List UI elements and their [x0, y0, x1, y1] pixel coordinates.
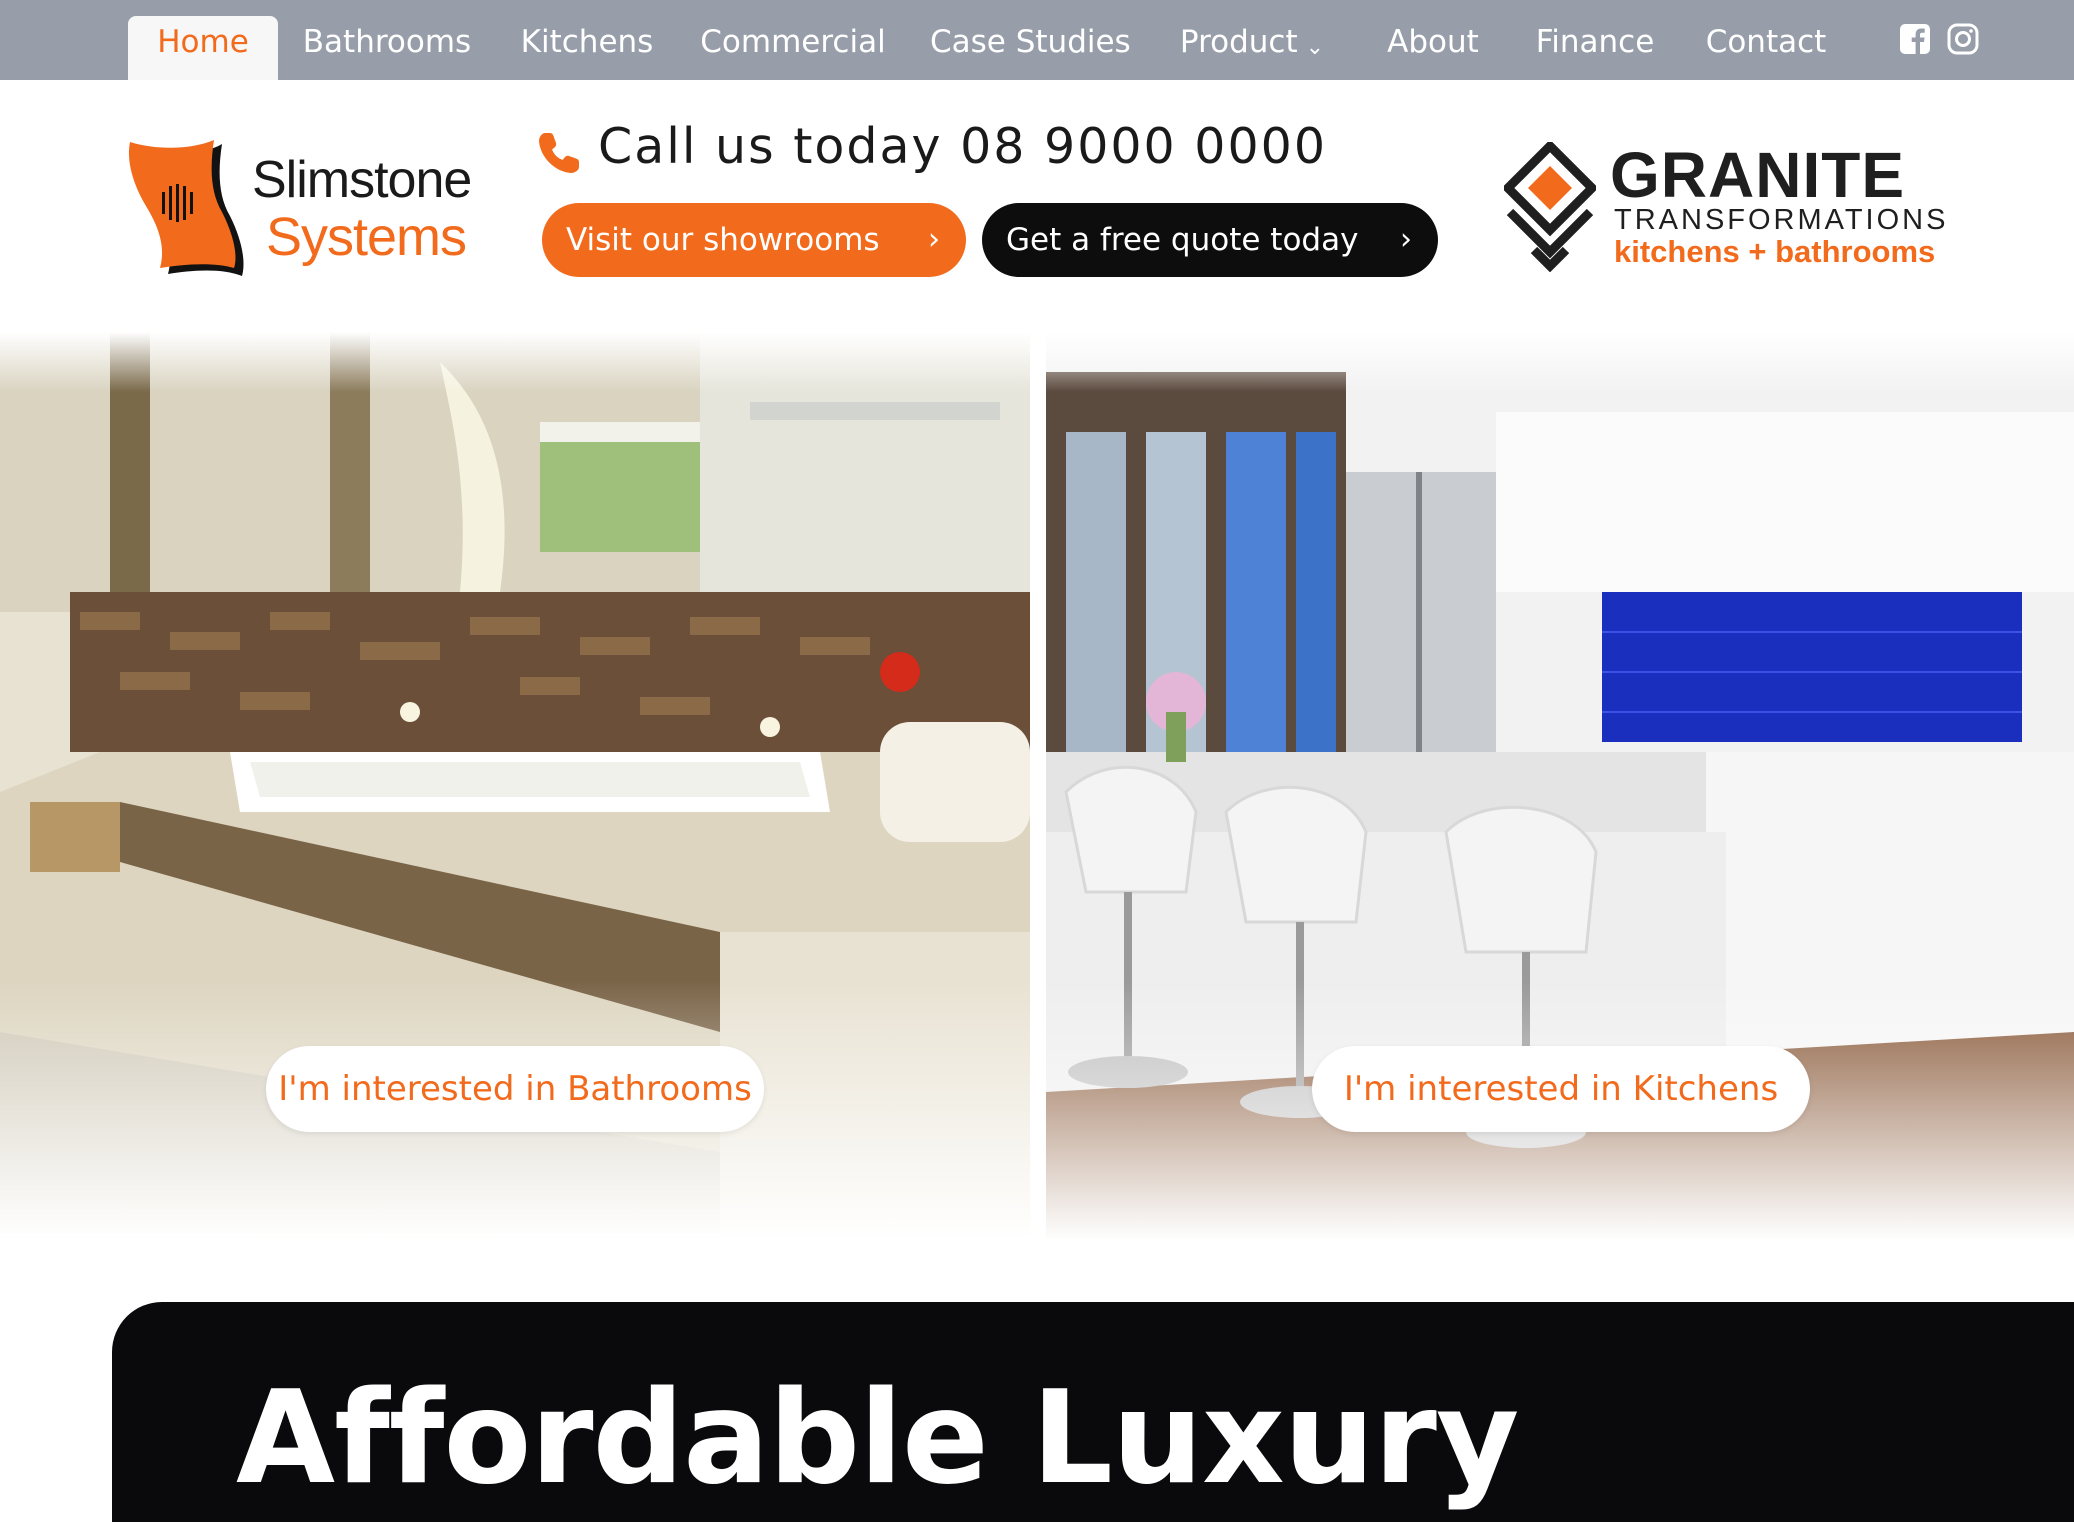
bathroom-top-fade: [0, 332, 1030, 392]
free-quote-button[interactable]: Get a free quote today ›: [982, 203, 1438, 277]
nav-about[interactable]: About: [1378, 16, 1488, 80]
nav-product-label: Product: [1179, 24, 1298, 60]
nav-case-studies[interactable]: Case Studies: [930, 16, 1131, 80]
brand-name-line2: Systems: [266, 207, 467, 267]
visit-showrooms-button[interactable]: Visit our showrooms ›: [542, 203, 966, 277]
nav-commercial[interactable]: Commercial: [700, 16, 886, 80]
partner-tagline: kitchens + bathrooms: [1614, 234, 1936, 269]
phone-number[interactable]: Call us today 08 9000 0000: [598, 118, 1327, 175]
visit-showrooms-label: Visit our showrooms: [566, 222, 880, 258]
phone-icon: [539, 133, 579, 173]
facebook-icon[interactable]: [1898, 22, 1932, 56]
brand-name-line1: Slimstone: [252, 151, 472, 209]
partner-subtitle: TRANSFORMATIONS: [1614, 204, 1949, 236]
interested-bathrooms-button[interactable]: I'm interested in Bathrooms: [266, 1046, 764, 1132]
partner-title: GRANITE: [1610, 139, 1905, 211]
chevron-down-icon: ⌄: [1305, 35, 1325, 60]
nav-product[interactable]: Product ⌄: [1174, 16, 1330, 80]
nav-finance[interactable]: Finance: [1530, 16, 1660, 80]
nav-contact[interactable]: Contact: [1702, 16, 1830, 80]
intro-banner: Affordable Luxury: [112, 1302, 2074, 1522]
chevron-right-icon: ›: [928, 222, 940, 257]
free-quote-label: Get a free quote today: [1006, 222, 1359, 258]
instagram-icon[interactable]: [1946, 22, 1980, 56]
banner-heading: Affordable Luxury: [236, 1364, 1519, 1513]
interested-kitchens-button[interactable]: I'm interested in Kitchens: [1312, 1046, 1810, 1132]
chevron-right-icon: ›: [1400, 222, 1412, 257]
nav-home[interactable]: Home: [128, 16, 278, 80]
nav-kitchens[interactable]: Kitchens: [514, 16, 660, 80]
granite-logo-mark[interactable]: [1504, 142, 1596, 272]
kitchen-top-fade: [1046, 332, 2074, 392]
nav-bathrooms[interactable]: Bathrooms: [300, 16, 474, 80]
top-nav: Home Bathrooms Kitchens Commercial Case …: [0, 0, 2074, 80]
